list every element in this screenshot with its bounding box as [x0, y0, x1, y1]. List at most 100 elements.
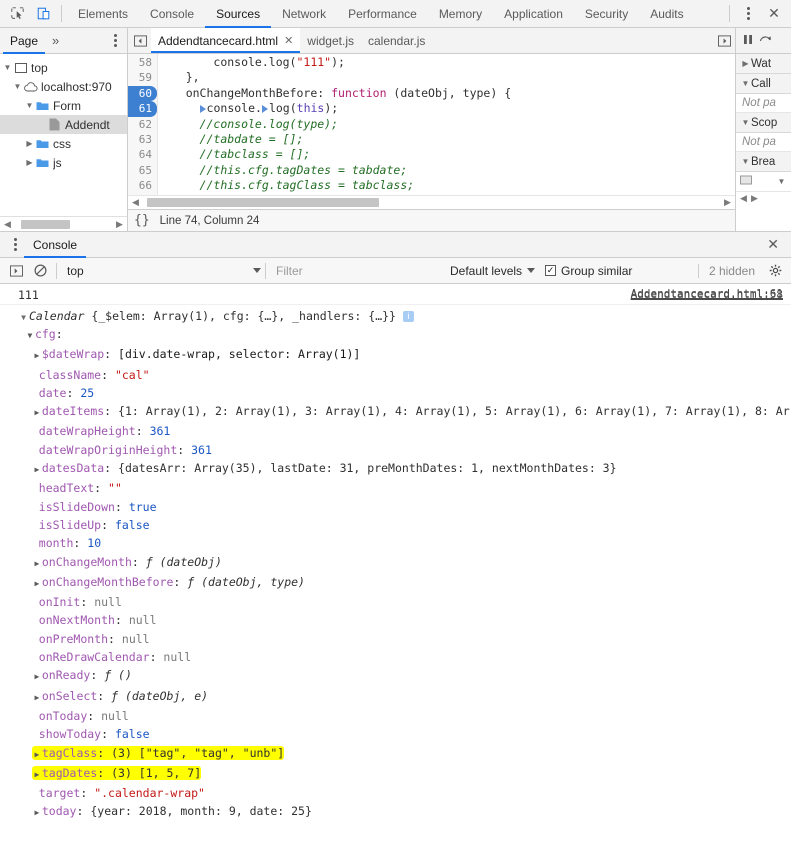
breakpoints-pane-header[interactable]: ▼ Brea — [736, 152, 791, 172]
twisty-icon[interactable]: ▼ — [740, 157, 751, 166]
scroll-left-arrow-icon[interactable]: ◀ — [2, 219, 13, 230]
line-number[interactable]: 62 — [128, 117, 157, 132]
line-number-breakpoint[interactable]: 60 — [128, 85, 157, 102]
object-row[interactable]: onInit: null — [18, 593, 791, 611]
pretty-print-icon[interactable]: {} — [134, 213, 150, 228]
gear-icon[interactable] — [763, 259, 787, 283]
group-similar-checkbox[interactable]: ✓ Group similar — [545, 264, 632, 278]
console-object-tree[interactable]: ▼ Calendar {_$elem: Array(1), cfg: {…}, _… — [18, 309, 631, 323]
object-row[interactable]: dateWrapOriginHeight: 361 — [18, 441, 791, 459]
scrollbar-track[interactable] — [141, 197, 722, 208]
editor-horizontal-scrollbar[interactable]: ◀ ▶ — [128, 195, 735, 209]
twisty-icon[interactable]: ▼ — [24, 101, 35, 110]
scroll-left-arrow-icon[interactable]: ◀ — [130, 197, 141, 208]
info-icon[interactable]: i — [402, 311, 414, 322]
twisty-icon[interactable]: ▼ — [12, 82, 23, 91]
tab-performance[interactable]: Performance — [337, 0, 428, 28]
scrollbar-thumb[interactable] — [146, 198, 380, 207]
tab-audits[interactable]: Audits — [639, 0, 694, 28]
navigator-horizontal-scrollbar[interactable]: ◀ ▶ — [0, 216, 127, 231]
twisty-icon[interactable]: ▶ — [32, 689, 42, 707]
checkbox-icon[interactable]: ✓ — [545, 265, 557, 276]
clear-console-icon[interactable] — [28, 259, 52, 283]
show-navigator-icon[interactable] — [130, 28, 151, 53]
scope-pane-header[interactable]: ▼ Scop — [736, 113, 791, 133]
editor-tab-addendtancecard-html[interactable]: Addendtancecard.html ✕ — [151, 28, 301, 53]
object-preview-header[interactable]: ▼ Calendar {_$elem: Array(1), cfg: {…}, _… — [18, 309, 414, 323]
line-number[interactable]: 64 — [128, 147, 157, 162]
object-row[interactable]: ▶ $dateWrap: [div.date-wrap, selector: Ar… — [18, 345, 791, 365]
twisty-icon[interactable]: ▼ — [740, 118, 751, 127]
close-drawer-icon[interactable]: ✕ — [767, 236, 785, 253]
twisty-icon[interactable]: ▶ — [32, 575, 42, 593]
tree-item-top[interactable]: ▼ top — [0, 58, 127, 77]
line-number-breakpoint[interactable]: 61 — [128, 101, 157, 117]
object-row[interactable]: dateWrapHeight: 361 — [18, 422, 791, 440]
scrollbar-thumb[interactable] — [21, 219, 70, 229]
device-toolbar-icon[interactable] — [30, 2, 56, 26]
highlighted-property[interactable]: ▶ tagClass: (3) ["tag", "tag", "unb"] — [31, 745, 285, 760]
call-stack-pane-header[interactable]: ▼ Call — [736, 74, 791, 94]
twisty-icon[interactable]: ▶ — [32, 555, 42, 573]
line-number[interactable]: 65 — [128, 163, 157, 178]
twisty-icon[interactable]: ▶ — [32, 766, 42, 784]
filter-input[interactable] — [270, 263, 440, 278]
highlighted-property[interactable]: ▶ tagDates: (3) [1, 5, 7] — [31, 765, 202, 780]
object-row[interactable]: onPreMonth: null — [18, 630, 791, 648]
tab-sources[interactable]: Sources — [205, 0, 271, 28]
object-row[interactable]: onReDrawCalendar: null — [18, 648, 791, 666]
navigator-more-tabs-button[interactable]: » — [45, 28, 66, 54]
object-row[interactable]: ▶ onSelect: ƒ (dateObj, e) — [18, 687, 791, 707]
object-row[interactable]: month: 10 — [18, 534, 791, 552]
twisty-icon[interactable]: ▶ — [32, 347, 42, 365]
twisty-icon[interactable]: ▼ — [18, 313, 29, 322]
line-number[interactable]: 59 — [128, 70, 157, 85]
object-row-cfg[interactable]: ▼ cfg: — [18, 325, 791, 345]
line-number[interactable]: 66 — [128, 178, 157, 193]
tab-application[interactable]: Application — [493, 0, 574, 28]
twisty-icon[interactable]: ▼ — [25, 327, 35, 345]
execution-context-selector[interactable]: top — [61, 264, 261, 278]
line-number[interactable]: 67 — [128, 194, 157, 196]
tree-item-js[interactable]: ▶ js — [0, 153, 127, 172]
navigator-menu-icon[interactable] — [106, 29, 124, 53]
twisty-icon[interactable]: ▶ — [32, 804, 42, 822]
tab-network[interactable]: Network — [271, 0, 337, 28]
object-row-tagclass[interactable]: ▶ tagClass: (3) ["tag", "tag", "unb"] — [18, 744, 791, 764]
pause-script-icon[interactable] — [743, 34, 753, 48]
drawer-menu-icon[interactable] — [6, 233, 24, 257]
object-row[interactable]: headText: "" — [18, 479, 791, 497]
object-row[interactable]: ▶ today: {year: 2018, month: 9, date: 25} — [18, 802, 791, 822]
twisty-icon[interactable]: ▶ — [24, 139, 35, 148]
code-editor[interactable]: 58 59 60 61 62 63 64 65 66 67 console.lo… — [128, 54, 735, 195]
console-output[interactable]: 111 Addendtancecard.html:58 ▼ Calendar {_… — [0, 284, 791, 822]
twisty-icon[interactable]: ▶ — [32, 461, 42, 479]
show-console-sidebar-icon[interactable] — [4, 259, 28, 283]
twisty-icon[interactable]: ▼ — [2, 63, 13, 72]
watch-pane-header[interactable]: ▶ Wat — [736, 54, 791, 74]
step-over-icon[interactable] — [759, 34, 772, 48]
breakpoint-entry[interactable]: ▼ — [736, 172, 791, 191]
main-menu-icon[interactable] — [735, 2, 761, 26]
object-row[interactable]: ▶ onChangeMonth: ƒ (dateObj) — [18, 553, 791, 573]
object-row[interactable]: onToday: null — [18, 707, 791, 725]
scrollbar-track[interactable] — [13, 219, 114, 230]
object-row[interactable]: onNextMonth: null — [18, 611, 791, 629]
console-source-link[interactable]: Addendtancecard.html:61 — [631, 287, 791, 300]
object-row[interactable]: target: ".calendar-wrap" — [18, 784, 791, 802]
twisty-icon[interactable]: ▼ — [776, 177, 787, 186]
close-devtools-icon[interactable]: ✕ — [761, 2, 787, 26]
object-row[interactable]: ▶ onReady: ƒ () — [18, 666, 791, 686]
object-row[interactable]: ▶ dateItems: {1: Array(1), 2: Array(1), 3… — [18, 402, 791, 422]
navigator-tab-page[interactable]: Page — [3, 28, 45, 54]
property-value[interactable]: [div.date-wrap, selector: Array(1)] — [118, 347, 360, 361]
close-icon[interactable]: ✕ — [284, 34, 293, 47]
object-row[interactable]: className: "cal" — [18, 366, 791, 384]
scroll-right-arrow-icon[interactable]: ▶ — [722, 197, 733, 208]
twisty-icon[interactable]: ▶ — [32, 668, 42, 686]
object-row-tagdates[interactable]: ▶ tagDates: (3) [1, 5, 7] — [18, 764, 791, 784]
tree-item-form[interactable]: ▼ Form — [0, 96, 127, 115]
tree-item-localhost[interactable]: ▼ localhost:970 — [0, 77, 127, 96]
line-number[interactable]: 63 — [128, 132, 157, 147]
editor-tab-widget-js[interactable]: widget.js — [300, 28, 361, 53]
